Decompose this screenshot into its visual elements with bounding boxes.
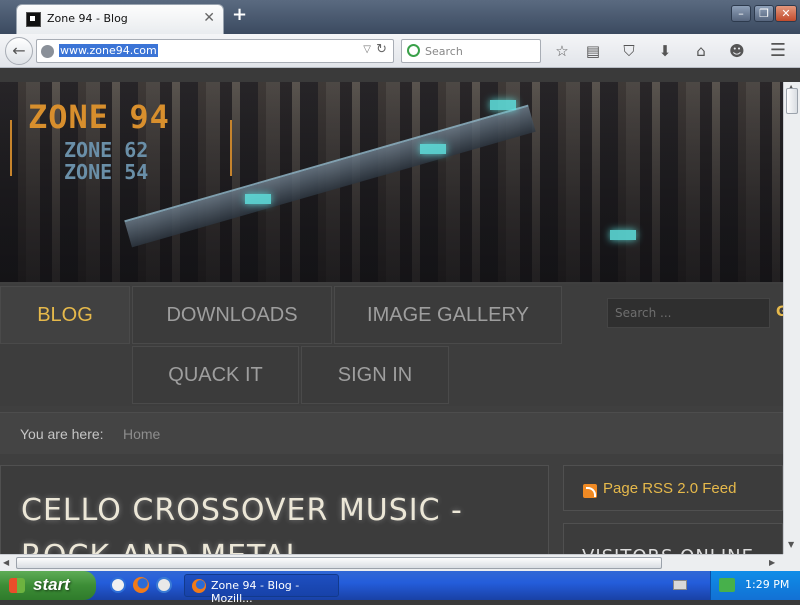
url-text[interactable]: www.zone94.com <box>59 44 158 57</box>
article-title[interactable]: CELLO CROSSOVER MUSIC - ROCK AND METAL <box>21 488 541 554</box>
menu-icon[interactable]: ☰ <box>768 41 788 61</box>
main-menu: BLOG DOWNLOADS IMAGE GALLERY QUACK IT SI… <box>0 284 783 406</box>
scroll-left-icon[interactable]: ◀ <box>3 558 9 567</box>
rss-icon <box>583 484 597 498</box>
keyboard-icon[interactable] <box>673 580 687 590</box>
breadcrumb-label: You are here: <box>20 426 104 442</box>
taskbar-window-label: Zone 94 - Blog - Mozill... <box>211 579 300 605</box>
menu-item-sign-in[interactable]: SIGN IN <box>301 346 449 404</box>
web-page: ZONE 94 ZONE 62 ZONE 54 BLOG DOWNLOADS I… <box>0 82 783 554</box>
horizontal-scroll-thumb[interactable] <box>16 557 662 569</box>
browser-titlebar: Zone 94 - Blog ✕ + – ❐ ✕ <box>0 0 800 34</box>
restore-button[interactable]: ❐ <box>754 5 774 22</box>
vertical-scroll-thumb[interactable] <box>786 88 798 114</box>
windows-taskbar: start Zone 94 - Blog - Mozill... 1:29 PM <box>0 571 800 605</box>
star-icon[interactable]: ☆ <box>552 41 572 61</box>
windows-logo-icon <box>9 578 25 593</box>
logo-subtitle: ZONE 62 <box>64 138 149 162</box>
clock[interactable]: 1:29 PM <box>745 578 789 591</box>
home-icon[interactable]: ⌂ <box>691 41 711 61</box>
system-tray: 1:29 PM <box>710 571 800 600</box>
horizontal-scrollbar[interactable]: ◀ ▶ <box>0 554 783 571</box>
scrollbar-corner <box>783 554 800 571</box>
site-favicon-icon <box>26 12 41 27</box>
reading-list-icon[interactable]: ▤ <box>583 41 603 61</box>
browser-navbar: ← www.zone94.com ▽ ↻ Search ☆ ▤ ⛉ ⬇ ⌂ ☻ … <box>0 34 800 68</box>
start-button[interactable]: start <box>0 571 96 600</box>
menu-item-image-gallery[interactable]: IMAGE GALLERY <box>334 286 562 344</box>
rss-module: Page RSS 2.0 Feed <box>563 465 783 511</box>
browser-search-placeholder: Search <box>425 45 463 58</box>
vertical-scrollbar[interactable]: ▲ ▼ <box>783 82 800 554</box>
breadcrumb-home-link[interactable]: Home <box>123 426 160 442</box>
search-submit-icon[interactable]: G <box>776 304 783 320</box>
site-search-input[interactable]: Search ... <box>607 298 770 328</box>
visitors-module: VISITORS ONLINE <box>563 523 783 554</box>
media-player-quicklaunch-icon[interactable] <box>156 577 172 593</box>
banner-glow <box>420 144 446 154</box>
hello-icon[interactable]: ☻ <box>727 41 747 61</box>
back-button[interactable]: ← <box>5 37 33 65</box>
network-tray-icon[interactable] <box>719 578 735 592</box>
rss-feed-link[interactable]: Page RSS 2.0 Feed <box>603 480 736 497</box>
banner-glow <box>490 100 516 110</box>
tab-close-icon[interactable]: ✕ <box>203 10 215 26</box>
scroll-down-icon[interactable]: ▼ <box>788 540 794 549</box>
firefox-quicklaunch-icon[interactable] <box>133 577 149 593</box>
menu-item-downloads[interactable]: DOWNLOADS <box>132 286 332 344</box>
header-banner: ZONE 94 ZONE 62 ZONE 54 <box>0 82 783 282</box>
banner-glow <box>610 230 636 240</box>
search-engine-icon[interactable] <box>407 44 420 57</box>
window-close-button[interactable]: ✕ <box>775 5 797 22</box>
tab-title: Zone 94 - Blog <box>47 12 128 25</box>
menu-item-quack-it[interactable]: QUACK IT <box>132 346 299 404</box>
browser-search-input[interactable]: Search <box>401 39 541 63</box>
minimize-button[interactable]: – <box>731 5 751 22</box>
pocket-icon[interactable]: ⛉ <box>619 41 639 61</box>
logo-subtitle: ZONE 54 <box>64 160 149 184</box>
url-dropdown-icon[interactable]: ▽ <box>363 44 371 55</box>
download-icon[interactable]: ⬇ <box>655 41 675 61</box>
menu-item-blog[interactable]: BLOG <box>0 286 130 344</box>
tab-zone94-blog[interactable]: Zone 94 - Blog ✕ <box>16 4 224 34</box>
scroll-right-icon[interactable]: ▶ <box>769 558 775 567</box>
explorer-quicklaunch-icon[interactable] <box>110 577 126 593</box>
url-bar[interactable]: www.zone94.com ▽ ↻ <box>36 39 394 63</box>
new-tab-button[interactable]: + <box>232 4 247 25</box>
firefox-icon <box>192 579 206 593</box>
article-panel: CELLO CROSSOVER MUSIC - ROCK AND METAL <box>0 465 549 554</box>
site-logo[interactable]: ZONE 94 <box>28 98 170 136</box>
start-label: start <box>33 575 70 594</box>
banner-glow <box>245 194 271 204</box>
globe-icon <box>41 45 54 58</box>
taskbar-firefox-window[interactable]: Zone 94 - Blog - Mozill... <box>184 574 339 605</box>
module-title: VISITORS ONLINE <box>582 546 754 554</box>
reload-icon[interactable]: ↻ <box>376 42 387 57</box>
breadcrumb: You are here: Home <box>0 412 783 454</box>
